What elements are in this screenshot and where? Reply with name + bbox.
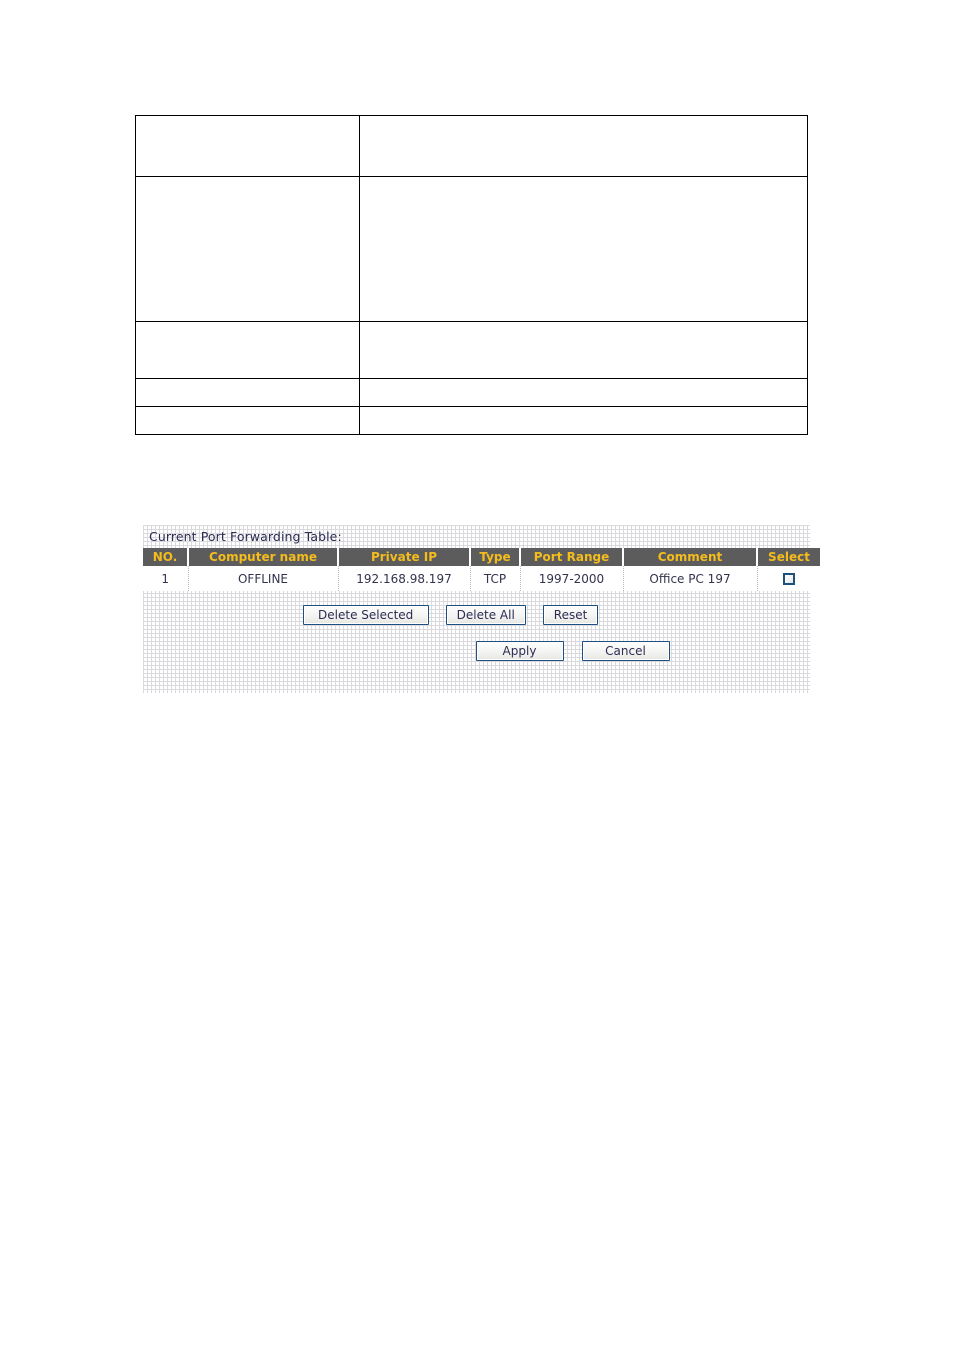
spec-description-cell	[359, 176, 808, 322]
spec-label-cell	[135, 176, 360, 322]
port-forwarding-panel: Current Port Forwarding Table: NO. Compu…	[143, 525, 820, 693]
spec-label-cell	[135, 321, 360, 379]
cell-type: TCP	[470, 566, 521, 591]
table-row	[135, 321, 808, 379]
cell-computer-name: OFFLINE	[188, 566, 339, 591]
cell-select	[757, 566, 820, 591]
cancel-button[interactable]: Cancel	[581, 641, 670, 661]
column-header-computer-name: Computer name	[188, 548, 339, 566]
cell-no: 1	[143, 566, 189, 591]
column-header-type: Type	[470, 548, 521, 566]
port-forwarding-table-header: NO. Computer name Private IP Type Port R…	[143, 548, 820, 566]
spec-label-cell	[135, 406, 360, 435]
row-select-checkbox[interactable]	[782, 573, 795, 585]
table-row	[135, 176, 808, 322]
spec-label-cell	[135, 378, 360, 407]
column-header-select: Select	[757, 548, 820, 566]
port-forwarding-table: NO. Computer name Private IP Type Port R…	[143, 548, 820, 591]
table-row	[135, 115, 808, 177]
apply-button[interactable]: Apply	[475, 641, 564, 661]
specification-table-body	[135, 115, 808, 435]
column-header-no: NO.	[143, 548, 189, 566]
specification-table	[135, 115, 808, 435]
table-header-row: NO. Computer name Private IP Type Port R…	[143, 548, 820, 566]
table-action-button-row: Delete Selected Delete All Reset	[143, 605, 810, 625]
table-row	[135, 378, 808, 407]
table-row	[135, 406, 808, 435]
reset-button[interactable]: Reset	[542, 605, 599, 625]
form-action-button-row: Apply Cancel	[143, 641, 810, 661]
spec-label-cell	[135, 115, 360, 177]
spec-description-cell	[359, 115, 808, 177]
spec-description-cell	[359, 321, 808, 379]
cell-comment: Office PC 197	[623, 566, 758, 591]
column-header-comment: Comment	[623, 548, 758, 566]
port-forwarding-table-body: 1 OFFLINE 192.168.98.197 TCP 1997-2000 O…	[143, 566, 820, 591]
delete-all-button[interactable]: Delete All	[445, 605, 526, 625]
port-forwarding-table-title: Current Port Forwarding Table:	[149, 529, 342, 544]
cell-port-range: 1997-2000	[520, 566, 624, 591]
delete-selected-button[interactable]: Delete Selected	[302, 605, 429, 625]
column-header-private-ip: Private IP	[338, 548, 471, 566]
cell-private-ip: 192.168.98.197	[338, 566, 471, 591]
table-row: 1 OFFLINE 192.168.98.197 TCP 1997-2000 O…	[143, 566, 820, 591]
spec-description-cell	[359, 378, 808, 407]
column-header-port-range: Port Range	[520, 548, 624, 566]
spec-description-cell	[359, 406, 808, 435]
